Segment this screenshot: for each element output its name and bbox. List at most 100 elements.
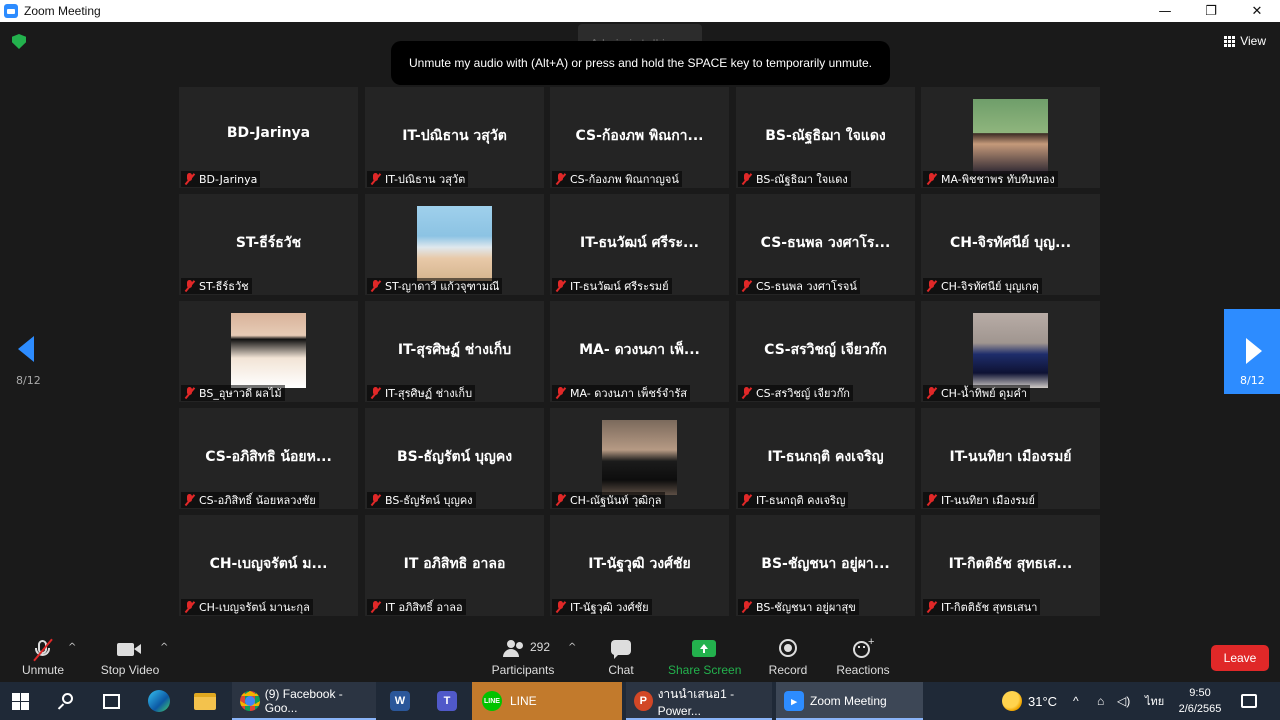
maximize-button[interactable]: ❐: [1188, 0, 1234, 22]
view-button[interactable]: View: [1224, 34, 1266, 48]
stop-video-button[interactable]: Stop Video: [98, 630, 162, 682]
mic-muted-icon: [926, 280, 937, 292]
smiley-plus-icon: +: [852, 636, 874, 662]
participant-tile[interactable]: CS-อภิสิทธิ น้อยห... CS-อภิสิทธิ์ น้อยหลว…: [179, 408, 358, 509]
participant-tile[interactable]: BS-ธัญรัตน์ บุญคง BS-ธัญรัตน์ บุญคง: [365, 408, 544, 509]
video-options-caret-icon[interactable]: ^: [160, 642, 168, 653]
participant-tile[interactable]: MA-พิชชาพร ทับทิมทอง: [921, 87, 1100, 188]
participant-tile[interactable]: BS-ณัฐธิฌา ใจแดง BS-ณัฐธิฌา ใจแดง: [736, 87, 915, 188]
weather-widget[interactable]: 31°C: [1002, 682, 1057, 720]
participant-display-name: IT-ธนวัฒน์ ศรีระ...: [580, 235, 699, 251]
microphone-muted-icon: [32, 638, 54, 662]
previous-page-button[interactable]: [16, 336, 40, 362]
participant-video: [417, 206, 492, 281]
participant-name: IT-ปณิธาน วสุวัต: [385, 173, 466, 186]
powerpoint-icon: P: [634, 691, 653, 711]
input-language[interactable]: ไทย: [1145, 682, 1164, 720]
teams-button[interactable]: T: [437, 682, 457, 720]
unmute-button[interactable]: Unmute: [14, 630, 72, 682]
participant-tile[interactable]: CS-สรวิชญ์ เจียวก๊ก CS-สรวิชญ์ เจียวก๊ก: [736, 301, 915, 402]
taskbar-chrome-facebook[interactable]: (9) Facebook - Goo...: [232, 682, 376, 720]
participant-tile[interactable]: IT-นนทิยา เมืองรมย์ IT-นนทิยา เมืองรมย์: [921, 408, 1100, 509]
participant-tile[interactable]: ST-ธีร์ธวัช ST-ธีร์ธวัช: [179, 194, 358, 295]
chat-button[interactable]: Chat: [600, 630, 642, 682]
participant-tile[interactable]: IT-นัฐวุฒิ วงศ์ชัย IT-นัฐวุฒิ วงศ์ชัย: [550, 515, 729, 616]
participant-tile[interactable]: IT-ธนกฤติ คงเจริญ IT-ธนกฤติ คงเจริญ: [736, 408, 915, 509]
participant-tile[interactable]: BS_อุษาวดี ผลไม้: [179, 301, 358, 402]
participant-tile[interactable]: IT อภิสิทธิ อาลอ IT อภิสิทธิ์ อาลอ: [365, 515, 544, 616]
participant-tile[interactable]: CH-จิรทัศนีย์ บุญ... CH-จิรทัศนีย์ บุญเกต…: [921, 194, 1100, 295]
participant-display-name: IT-นนทิยา เมืองรมย์: [949, 449, 1072, 465]
participant-name: IT-กิตติธัช สุทธเสนา: [941, 601, 1038, 614]
chrome-icon: [240, 691, 260, 711]
participant-name: CS-ก้องภพ พิณกาญจน์: [570, 173, 679, 186]
participant-name-label: CH-ณัฐนันท์ วุฒิกุล: [552, 492, 665, 508]
minimize-button[interactable]: —: [1142, 0, 1188, 22]
close-button[interactable]: ✕: [1234, 0, 1280, 22]
participant-tile[interactable]: BD-Jarinya BD-Jarinya: [179, 87, 358, 188]
mic-muted-icon: [370, 387, 381, 399]
participant-name-label: MA-พิชชาพร ทับทิมทอง: [923, 171, 1058, 187]
file-explorer-button[interactable]: [194, 682, 216, 720]
record-button[interactable]: Record: [766, 630, 810, 682]
video-camera-icon: [117, 638, 143, 662]
clock[interactable]: 9:50 2/6/2565: [1172, 682, 1228, 720]
participant-video: [973, 313, 1048, 388]
participant-name-label: CH-น้ำทิพย์ ดุมคำ: [923, 385, 1030, 401]
participant-name: BS-ชัญชนา อยู่ผาสุข: [756, 601, 856, 614]
participant-display-name: CS-ธนพล วงศาโร...: [760, 235, 891, 251]
task-view-button[interactable]: [103, 682, 120, 720]
participant-name-label: CS-ก้องภพ พิณกาญจน์: [552, 171, 682, 187]
reactions-button[interactable]: + Reactions: [834, 630, 892, 682]
participant-display-name: BD-Jarinya: [226, 125, 311, 141]
start-button[interactable]: [12, 682, 29, 720]
encryption-shield-icon[interactable]: [12, 34, 26, 49]
taskbar-powerpoint[interactable]: P งานนำเสนอ1 - Power...: [626, 682, 772, 720]
taskbar-line-label: LINE: [510, 694, 537, 708]
participant-name: ST-ญาดาวี แก้วจุฑามณี: [385, 280, 500, 293]
audio-options-caret-icon[interactable]: ^: [68, 642, 76, 653]
tray-overflow-chevron-icon[interactable]: ^: [1073, 682, 1079, 720]
mic-muted-icon: [926, 494, 937, 506]
participant-name: IT-นัฐวุฒิ วงศ์ชัย: [570, 601, 649, 614]
participant-name: CS-อภิสิทธิ์ น้อยหลวงชัย: [199, 494, 316, 507]
participants-button[interactable]: 292 Participants: [490, 630, 556, 682]
mic-muted-icon: [184, 494, 195, 506]
volume-icon[interactable]: ◁): [1117, 682, 1130, 720]
participant-name: MA- ดวงนภา เพ็ชร์จำรัส: [570, 387, 688, 400]
participant-tile[interactable]: IT-กิตติธัช สุทธเส... IT-กิตติธัช สุทธเสน…: [921, 515, 1100, 616]
participants-label: Participants: [491, 663, 555, 677]
mic-muted-icon: [555, 280, 566, 292]
participant-tile[interactable]: IT-ธนวัฒน์ ศรีระ... IT-ธนวัฒน์ ศรีระรมย์: [550, 194, 729, 295]
participant-tile[interactable]: CH-น้ำทิพย์ ดุมคำ: [921, 301, 1100, 402]
view-label: View: [1240, 34, 1266, 48]
leave-button[interactable]: Leave: [1211, 645, 1269, 671]
task-view-icon: [103, 693, 120, 709]
next-page-button[interactable]: 8/12: [1224, 309, 1280, 394]
mic-muted-icon: [741, 494, 752, 506]
taskbar-line[interactable]: LINE LINE: [472, 682, 622, 720]
participants-options-caret-icon[interactable]: ^: [568, 642, 576, 653]
participant-tile[interactable]: CH-เบญจรัตน์ ม... CH-เบญจรัตน์ มานะกุล: [179, 515, 358, 616]
edge-button[interactable]: [148, 682, 170, 720]
participant-tile[interactable]: ST-ญาดาวี แก้วจุฑามณี: [365, 194, 544, 295]
participant-display-name: CS-อภิสิทธิ น้อยห...: [205, 449, 332, 465]
mic-muted-icon: [184, 387, 195, 399]
notifications-button[interactable]: [1241, 682, 1257, 720]
share-screen-button[interactable]: Share Screen: [668, 630, 741, 682]
taskbar-zoom[interactable]: ▸ Zoom Meeting: [776, 682, 923, 720]
mic-muted-icon: [741, 280, 752, 292]
participant-tile[interactable]: CS-ก้องภพ พิณกา... CS-ก้องภพ พิณกาญจน์: [550, 87, 729, 188]
mic-muted-icon: [555, 387, 566, 399]
participant-tile[interactable]: CS-ธนพล วงศาโร... CS-ธนพล วงศาโรจน์: [736, 194, 915, 295]
participant-tile[interactable]: CH-ณัฐนันท์ วุฒิกุล: [550, 408, 729, 509]
participant-tile[interactable]: BS-ชัญชนา อยู่ผา... BS-ชัญชนา อยู่ผาสุข: [736, 515, 915, 616]
participant-tile[interactable]: IT-ปณิธาน วสุวัต IT-ปณิธาน วสุวัต: [365, 87, 544, 188]
search-button[interactable]: [57, 682, 76, 720]
participant-tile[interactable]: MA- ดวงนภา เพ็... MA- ดวงนภา เพ็ชร์จำรัส: [550, 301, 729, 402]
participant-name-label: IT-ธนกฤติ คงเจริญ: [738, 492, 849, 508]
participant-tile[interactable]: IT-สุรศิษฏ์ ช่างเก็บ IT-สุรศิษฏ์ ช่างเก็บ: [365, 301, 544, 402]
word-button[interactable]: W: [390, 682, 410, 720]
mic-muted-icon: [741, 601, 752, 613]
network-icon[interactable]: ⌂: [1097, 682, 1104, 720]
